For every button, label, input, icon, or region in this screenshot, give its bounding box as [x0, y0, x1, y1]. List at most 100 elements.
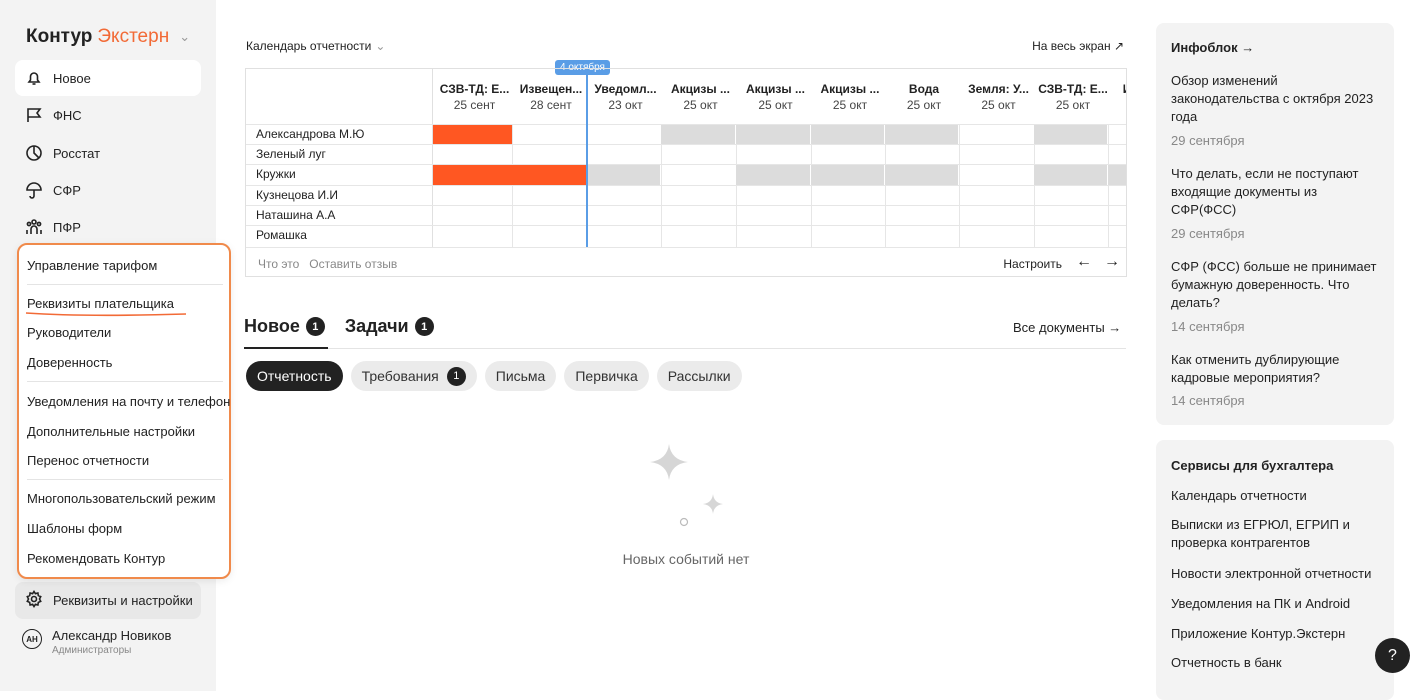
nav-item-sfr[interactable]: СФР — [15, 172, 201, 208]
nav-item-fns[interactable]: ФНС — [15, 97, 201, 133]
what-is-this-link[interactable]: Что это — [258, 257, 299, 271]
not-applicable-cell[interactable] — [811, 125, 884, 145]
not-applicable-cell[interactable] — [736, 165, 810, 185]
count-badge: 1 — [446, 366, 466, 386]
calendar-row[interactable] — [246, 205, 1126, 225]
arrow-right-icon[interactable]: → — [1104, 253, 1120, 271]
not-applicable-cell[interactable] — [1034, 165, 1107, 185]
overdue-cell[interactable] — [433, 125, 512, 145]
settings-popup-menu: Управление тарифом Реквизиты плательщика… — [17, 243, 231, 579]
calendar-column-header[interactable]: Из — [1111, 81, 1126, 97]
pie-chart-icon — [25, 144, 43, 162]
not-applicable-cell[interactable] — [586, 165, 660, 185]
menu-item-power-of-attorney[interactable]: Доверенность — [27, 355, 112, 370]
calendar-column-header[interactable]: Акцизы ... 25 окт — [814, 81, 886, 113]
not-applicable-cell[interactable] — [736, 125, 810, 145]
organization-name[interactable]: Кузнецова И.И — [256, 185, 338, 205]
service-link[interactable]: Новости электронной отчетности — [1171, 565, 1381, 583]
tab-new[interactable]: Новое 1 — [244, 316, 325, 337]
menu-item-notifications[interactable]: Уведомления на почту и телефон — [27, 394, 230, 409]
report-name: Акцизы ... — [746, 82, 805, 96]
organization-name[interactable]: Зеленый луг — [256, 144, 326, 164]
settings-label: Реквизиты и настройки — [53, 593, 193, 608]
not-applicable-cell[interactable] — [661, 125, 735, 145]
infoblock-item-title[interactable]: Обзор изменений законодательства с октяб… — [1171, 72, 1381, 126]
calendar-row[interactable] — [246, 225, 1126, 245]
calendar-column-header[interactable]: Акцизы ... 25 окт — [739, 81, 812, 113]
calendar-column-header[interactable]: Извещен... 28 сент — [515, 81, 587, 113]
menu-item-form-templates[interactable]: Шаблоны форм — [27, 521, 122, 536]
pill-label: Письма — [495, 368, 546, 384]
nav-item-new[interactable]: Новое — [15, 60, 201, 96]
not-applicable-cell[interactable] — [811, 165, 884, 185]
settings-button[interactable]: Реквизиты и настройки — [15, 582, 201, 619]
not-applicable-cell[interactable] — [885, 165, 958, 185]
calendar-column-header[interactable]: СЗВ-ТД: Е... 25 сент — [436, 81, 513, 113]
infoblock-item-title[interactable]: СФР (ФСС) больше не принимает бумажную д… — [1171, 258, 1381, 312]
organization-name[interactable]: Ромашка — [256, 225, 307, 245]
services-panel: Сервисы для бухгалтера Календарь отчетно… — [1156, 440, 1394, 700]
calendar-column-header[interactable]: Вода 25 окт — [888, 81, 960, 113]
pill-mailings[interactable]: Рассылки — [656, 361, 742, 391]
report-date: 28 сент — [530, 98, 572, 112]
organization-name[interactable]: Кружки — [256, 164, 296, 184]
overdue-cell[interactable] — [433, 165, 512, 185]
nav-item-rosstat[interactable]: Росстат — [15, 135, 201, 171]
menu-item-managers[interactable]: Руководители — [27, 325, 111, 340]
service-link[interactable]: Выписки из ЕГРЮЛ, ЕГРИП и проверка контр… — [1171, 516, 1351, 552]
menu-item-recommend[interactable]: Рекомендовать Контур — [27, 551, 165, 566]
organization-name[interactable]: Александрова М.Ю — [256, 124, 364, 144]
pill-requirements[interactable]: Требования 1 — [350, 361, 477, 391]
menu-item-report-transfer[interactable]: Перенос отчетности — [27, 453, 149, 468]
pill-label: Первичка — [575, 368, 638, 384]
empty-state-text: Новых событий нет — [622, 551, 750, 567]
calendar-row[interactable] — [246, 144, 1126, 164]
not-applicable-cell[interactable] — [885, 125, 958, 145]
infoblock-item-date: 29 сентября — [1171, 226, 1245, 241]
not-applicable-cell[interactable] — [1034, 125, 1107, 145]
arrow-left-icon[interactable]: ← — [1076, 253, 1092, 271]
fullscreen-link[interactable]: На весь экран ↗ — [1032, 39, 1124, 53]
calendar-column-header[interactable]: СЗВ-ТД: Е... 25 окт — [1037, 81, 1109, 113]
menu-item-additional-settings[interactable]: Дополнительные настройки — [27, 424, 195, 439]
overdue-cell[interactable] — [512, 165, 586, 185]
service-link[interactable]: Уведомления на ПК и Android — [1171, 595, 1381, 613]
nav-label: ПФР — [53, 219, 81, 235]
pill-primary[interactable]: Первичка — [564, 361, 649, 391]
calendar-column-header[interactable]: Земля: У... 25 окт — [962, 81, 1035, 113]
user-name: Александр Новиков — [52, 628, 172, 643]
organization-name[interactable]: Наташина А.А — [256, 205, 335, 225]
configure-link[interactable]: Настроить — [1003, 257, 1062, 271]
help-button[interactable]: ? — [1375, 638, 1410, 673]
calendar-row[interactable] — [246, 185, 1126, 205]
all-documents-link[interactable]: Все документы → — [1013, 320, 1121, 335]
calendar-row[interactable] — [246, 164, 1126, 184]
not-applicable-cell[interactable] — [1108, 165, 1126, 185]
menu-item-tariff[interactable]: Управление тарифом — [27, 258, 157, 273]
menu-divider — [27, 284, 223, 285]
pill-reporting[interactable]: Отчетность — [246, 361, 343, 391]
nav-item-pfr[interactable]: ПФР — [15, 209, 201, 245]
sparkle-icon — [650, 444, 723, 527]
infoblock-item-title[interactable]: Как отменить дублирующие кадровые меропр… — [1171, 351, 1381, 387]
user-profile[interactable]: АН Александр Новиков Администраторы — [22, 628, 171, 656]
infoblock-title[interactable]: Инфоблок → — [1171, 40, 1254, 55]
service-link[interactable]: Календарь отчетности — [1171, 487, 1381, 505]
service-link[interactable]: Приложение Контур.Экстерн — [1171, 625, 1381, 643]
pill-label: Отчетность — [257, 368, 332, 384]
tab-tasks[interactable]: Задачи 1 — [345, 316, 434, 337]
menu-item-payer-details[interactable]: Реквизиты плательщика — [27, 296, 174, 311]
calendar-title-text: Календарь отчетности — [246, 39, 372, 53]
menu-item-multiuser[interactable]: Многопользовательский режим — [27, 491, 216, 506]
gear-icon — [25, 590, 43, 611]
calendar-column-header[interactable]: Акцизы ... 25 окт — [664, 81, 737, 113]
infoblock-item-title[interactable]: Что делать, если не поступают входящие д… — [1171, 165, 1381, 219]
service-link[interactable]: Отчетность в банк — [1171, 654, 1381, 672]
menu-divider — [27, 479, 223, 480]
feedback-link[interactable]: Оставить отзыв — [309, 257, 397, 271]
calendar-column-header[interactable]: Уведомл... 23 окт — [589, 81, 662, 113]
infoblock-item-date: 14 сентября — [1171, 393, 1245, 408]
logo[interactable]: Контур Экстерн ⌄ — [26, 26, 190, 48]
calendar-title[interactable]: Календарь отчетности ⌄ — [246, 39, 385, 53]
pill-letters[interactable]: Письма — [484, 361, 557, 391]
